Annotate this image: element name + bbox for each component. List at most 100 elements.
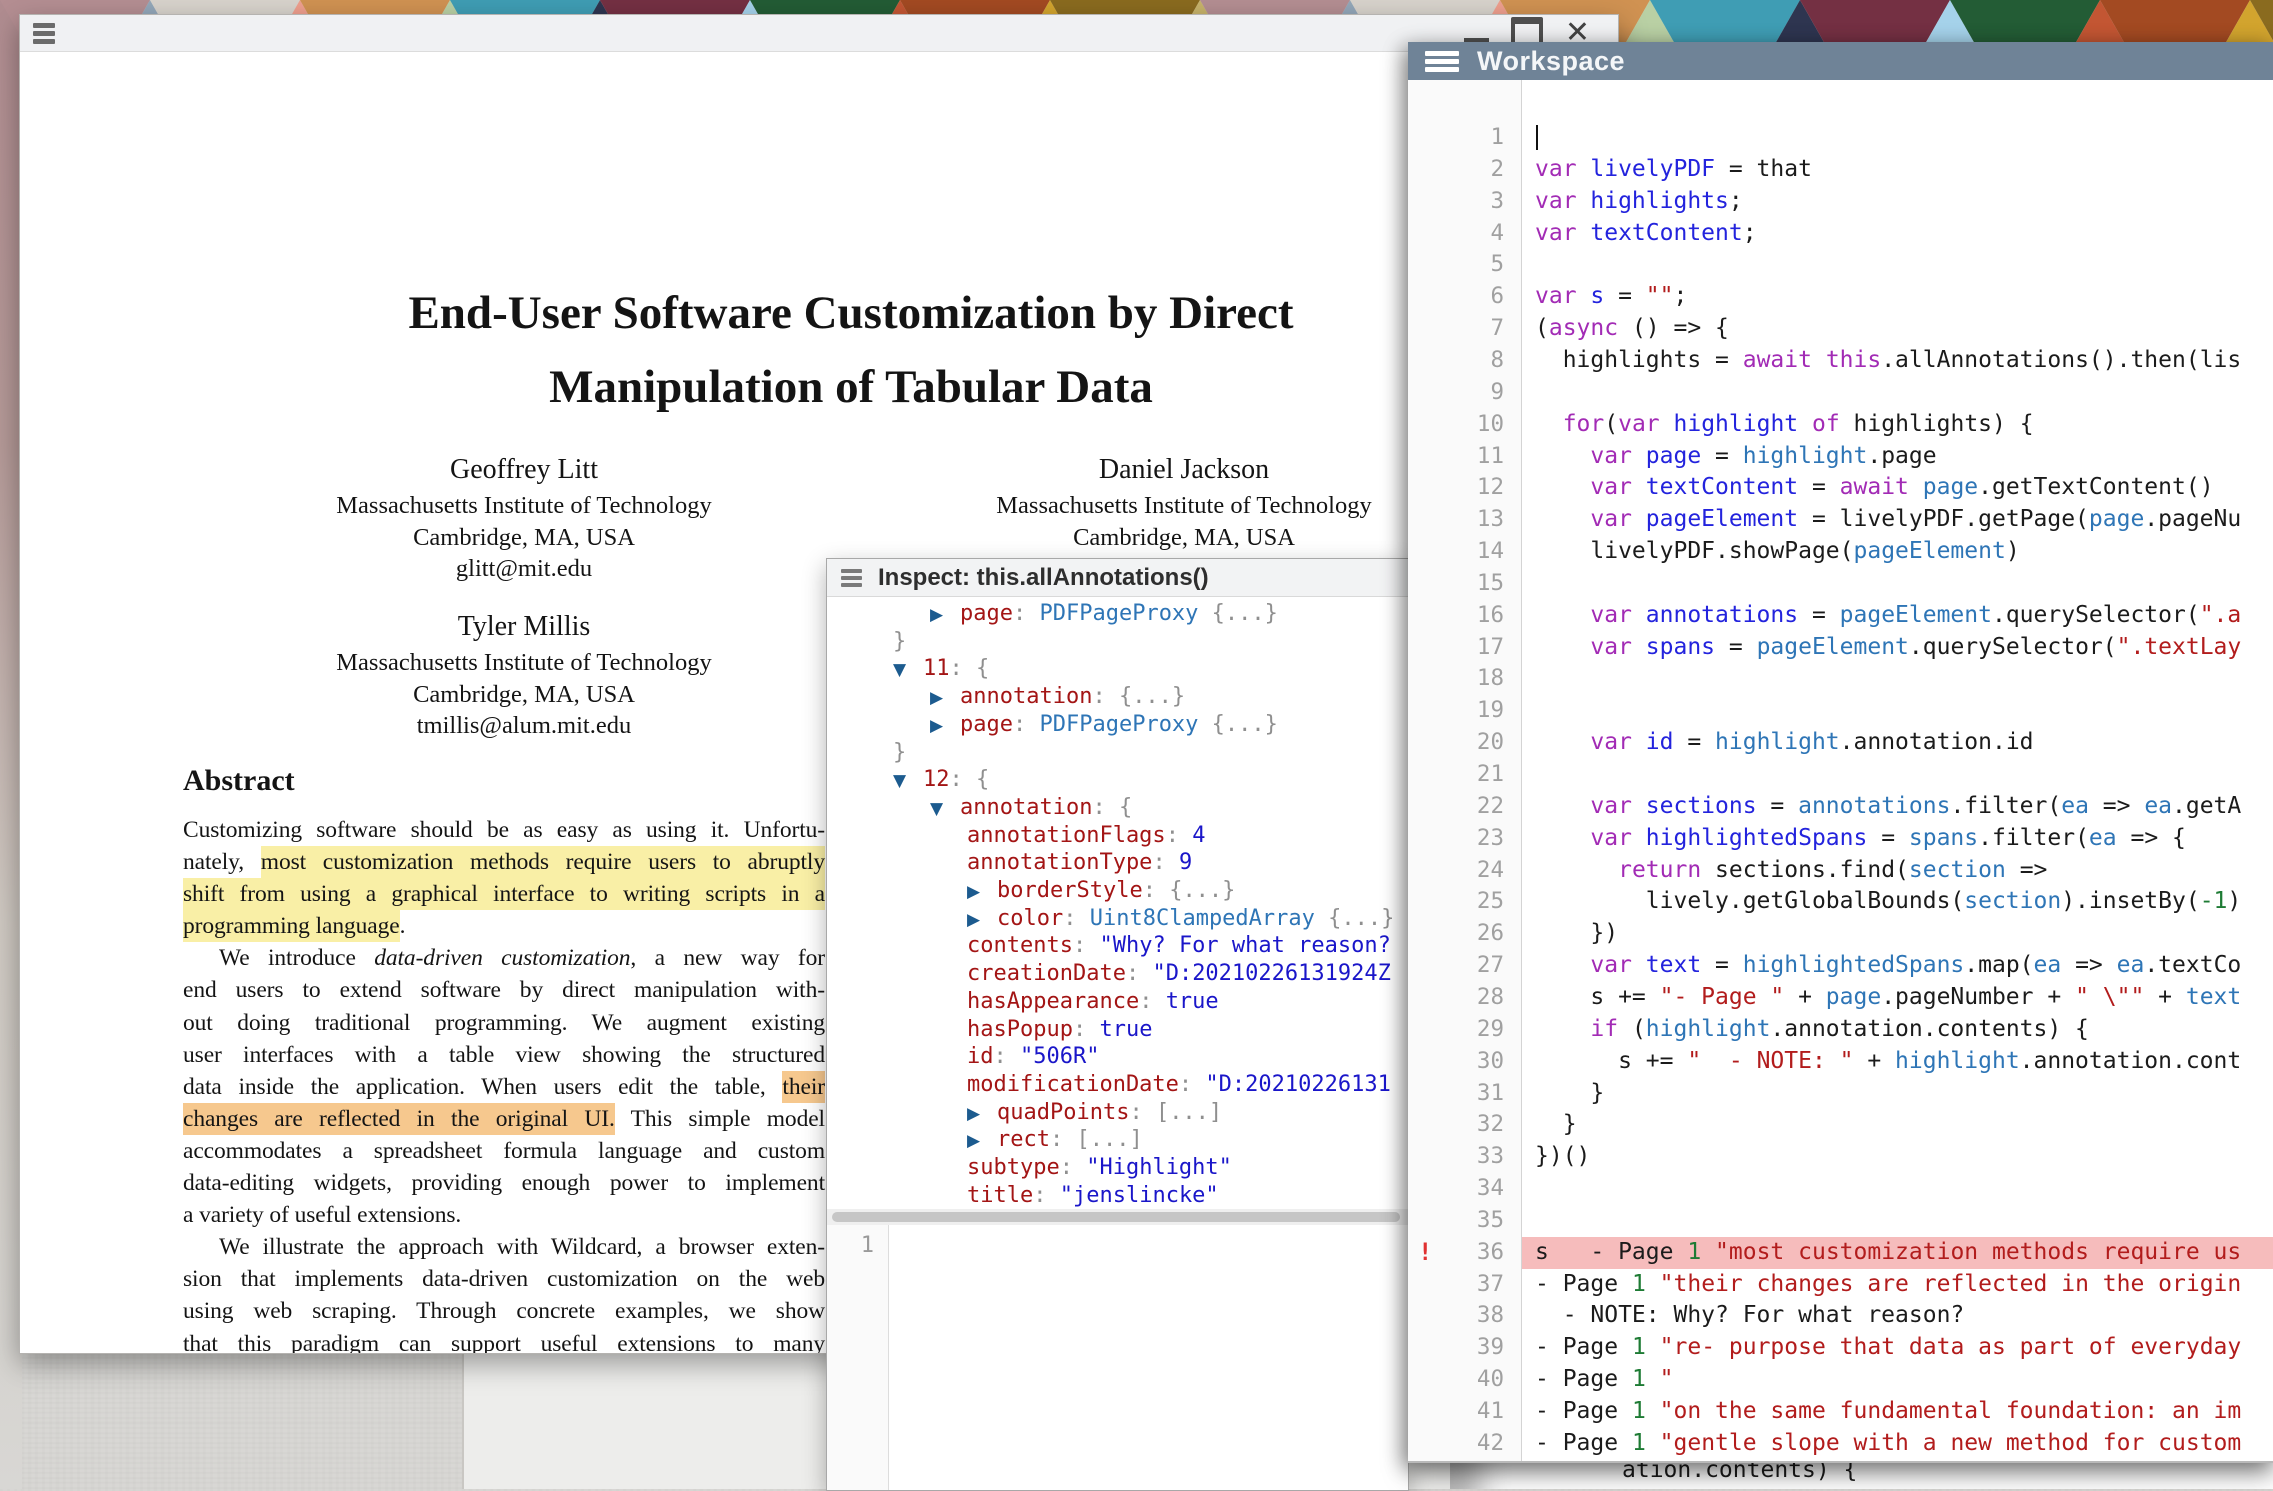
expand-arrow-icon[interactable]: ▶ (930, 713, 960, 741)
text-run: = (1604, 283, 1646, 309)
window-menu-icon[interactable] (1425, 48, 1459, 75)
highlight-annotation[interactable]: programming language (183, 910, 400, 942)
text-run: : (1179, 1072, 1206, 1097)
text-run: accommodates a spreadsheet formula langu… (183, 1138, 825, 1164)
code-line: 10 for(var highlight of highlights) { (1408, 409, 2273, 441)
code-line: 9 (1408, 377, 2273, 409)
expand-arrow-icon[interactable]: ▶ (967, 879, 997, 907)
inspector-window[interactable]: Inspect: this.allAnnotations() ▶page: PD… (826, 558, 1409, 1491)
inspector-horizontal-scrollbar[interactable] (827, 1209, 1408, 1225)
code-text: livelyPDF.showPage(pageElement) (1535, 536, 2020, 568)
collapse-arrow-icon[interactable]: ▼ (893, 768, 923, 796)
text-run: return (1618, 857, 1701, 883)
text-run: .filter( (1978, 825, 2089, 851)
highlight-annotation[interactable]: most customization methods require users… (261, 846, 825, 878)
text-run: ea (2089, 825, 2117, 851)
inspector-object-tree[interactable]: ▶page: PDFPageProxy {...}}▼11: {▶annotat… (827, 596, 1408, 1209)
code-text: var page = highlight.page (1535, 441, 1937, 473)
text-run: highlights = (1535, 347, 1743, 373)
text-run: pageElement (1840, 602, 1992, 628)
collapse-arrow-icon[interactable]: ▼ (893, 657, 923, 685)
inspector-titlebar[interactable]: Inspect: this.allAnnotations() (827, 559, 1408, 597)
text-run: 1 (1632, 1430, 1646, 1456)
tree-node[interactable]: ▶rect: [...] (827, 1126, 1408, 1154)
tree-node[interactable]: ▶annotation: {...} (827, 683, 1408, 711)
line-number: 20 (1408, 727, 1504, 759)
expand-arrow-icon[interactable]: ▶ (930, 602, 960, 630)
workspace-window[interactable]: Workspace 12var livelyPDF = that3var hig… (1408, 42, 2273, 1463)
text-run: highlight (1715, 729, 1840, 755)
text-run: : (1152, 850, 1179, 875)
text-run: hasPopup (967, 1017, 1073, 1042)
inspector-code-input[interactable]: 1 (827, 1225, 1408, 1490)
line-number: 27 (1408, 950, 1504, 982)
text-run: text (1646, 952, 1701, 978)
code-line: 17 var spans = pageElement.querySelector… (1408, 632, 2273, 664)
text-run: "D:20210226131924Z (1152, 961, 1390, 986)
line-number: 28 (1408, 982, 1504, 1014)
window-menu-icon[interactable] (33, 20, 55, 47)
tree-node[interactable]: subtype: "Highlight" (827, 1154, 1408, 1182)
tree-node[interactable]: annotationType: 9 (827, 849, 1408, 877)
expand-arrow-icon[interactable]: ▶ (967, 1128, 997, 1156)
text-run: - Page (1535, 1366, 1632, 1392)
pdf-window-titlebar[interactable]: ✕ (20, 15, 1618, 52)
line-number: 40 (1408, 1364, 1504, 1396)
text-run: ).insetBy( (2061, 888, 2199, 914)
tree-node[interactable]: } (827, 739, 1408, 767)
expand-arrow-icon[interactable]: ▶ (967, 907, 997, 935)
tree-node[interactable]: ▶borderStyle: {...} (827, 877, 1408, 905)
text-run: .textCo (2144, 952, 2241, 978)
abstract-line: We illustrate the approach with Wildcard… (183, 1231, 825, 1263)
workspace-code-editor[interactable]: 12var livelyPDF = that3var highlights;4v… (1408, 80, 2273, 1461)
author-city: Cambridge, MA, USA (204, 522, 844, 554)
tree-node[interactable]: ▶color: Uint8ClampedArray {...} (827, 905, 1408, 933)
text-run: annotations (1798, 793, 1950, 819)
text-run: ".a (2200, 602, 2242, 628)
tree-node[interactable]: ▼12: { (827, 766, 1408, 794)
text-run: textContent (1646, 474, 1798, 500)
tree-node[interactable]: hasAppearance: true (827, 988, 1408, 1016)
tree-node[interactable]: annotationFlags: 4 (827, 822, 1408, 850)
tree-node[interactable]: ▶page: PDFPageProxy {...} (827, 711, 1408, 739)
code-line: 42- Page 1 "gentle slope with a new meth… (1408, 1428, 2273, 1460)
line-number: 2 (1408, 154, 1504, 186)
tree-node[interactable]: creationDate: "D:20210226131924Z (827, 960, 1408, 988)
text-run: sion that implements data-driven customi… (183, 1266, 825, 1292)
code-line-error: !36s - Page 1 "most customization method… (1408, 1237, 2273, 1269)
text-run: + (1854, 1048, 1896, 1074)
tree-node[interactable]: ▶quadPoints: [...] (827, 1099, 1408, 1127)
text-run (1535, 952, 1590, 978)
paper-title-line: End-User Software Customization by Direc… (20, 276, 1618, 350)
tree-node[interactable]: ▶page: PDFPageProxy {...} (827, 600, 1408, 628)
highlight-annotation[interactable]: changes are reflected in the original UI… (183, 1103, 615, 1135)
abstract-line: changes are reflected in the original UI… (183, 1103, 825, 1135)
code-text: var id = highlight.annotation.id (1535, 727, 2034, 759)
text-run: : {...} (1143, 878, 1236, 903)
code-line: 27 var text = highlightedSpans.map(ea =>… (1408, 950, 2273, 982)
tree-node[interactable]: modificationDate: "D:20210226131 (827, 1071, 1408, 1099)
tree-node[interactable]: id: "506R" (827, 1043, 1408, 1071)
text-run: out doing traditional programming. We au… (183, 1010, 825, 1036)
tree-node[interactable]: title: "jenslincke" (827, 1182, 1408, 1209)
workspace-titlebar[interactable]: Workspace (1408, 42, 2273, 80)
line-number: 43 (1408, 1460, 1504, 1461)
text-run: var (1590, 952, 1645, 978)
collapse-arrow-icon[interactable]: ▼ (930, 796, 960, 824)
highlight-annotation[interactable]: their (782, 1071, 825, 1103)
expand-arrow-icon[interactable]: ▶ (930, 685, 960, 713)
line-number: 15 (1408, 568, 1504, 600)
tree-node[interactable]: contents: "Why? For what reason? (827, 932, 1408, 960)
code-text: - Page 1 "their changes are reflected in… (1535, 1269, 2241, 1301)
highlight-annotation[interactable]: shift from using a graphical interface t… (183, 878, 825, 910)
window-menu-icon[interactable] (841, 566, 862, 590)
tree-node[interactable]: ▼annotation: { (827, 794, 1408, 822)
tree-node[interactable]: hasPopup: true (827, 1016, 1408, 1044)
scrollbar-thumb[interactable] (832, 1212, 1400, 1222)
text-run (1646, 1366, 1660, 1392)
expand-arrow-icon[interactable]: ▶ (967, 1101, 997, 1129)
text-run: s - Page (1535, 1239, 1687, 1265)
tree-node[interactable]: ▼11: { (827, 655, 1408, 683)
code-line: 34 (1408, 1173, 2273, 1205)
tree-node[interactable]: } (827, 628, 1408, 656)
